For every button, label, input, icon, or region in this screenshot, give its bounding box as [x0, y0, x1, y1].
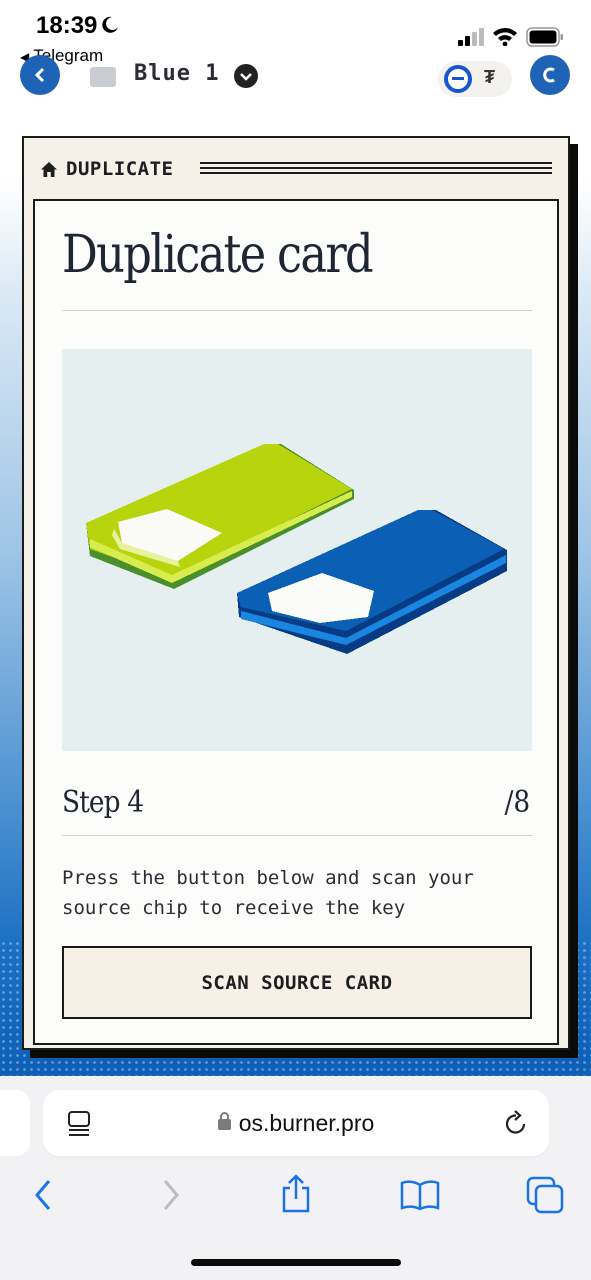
url-text: os.burner.pro	[238, 1110, 375, 1136]
bookmarks-icon[interactable]	[400, 1179, 440, 1211]
tab-overview-icon[interactable]	[526, 1176, 564, 1214]
step-description: Press the button below and scan your sou…	[62, 867, 474, 919]
battery-icon	[526, 27, 563, 47]
chevron-down-icon[interactable]	[234, 64, 258, 88]
header-back-button[interactable]	[20, 55, 60, 95]
browser-chrome: os.burner.pro	[0, 1076, 591, 1280]
cards-illustration	[62, 349, 532, 751]
step-label: Step 4	[62, 785, 144, 820]
duplicate-card-panel: DUPLICATE Duplicate card Step 4 /8 Press…	[22, 136, 570, 1050]
divider	[62, 835, 532, 836]
profile-button[interactable]	[530, 55, 570, 95]
signal-icon	[458, 28, 484, 46]
previous-tab-preview[interactable]	[0, 1090, 30, 1156]
share-icon[interactable]	[280, 1174, 312, 1214]
profile-icon	[543, 67, 555, 83]
balance-pill[interactable]: ₮	[438, 61, 512, 97]
breadcrumb-rule	[200, 162, 552, 174]
back-icon[interactable]	[32, 1178, 54, 1212]
moon-icon	[102, 16, 118, 33]
header-title[interactable]: Blue 1	[134, 61, 219, 86]
currency-icon: ₮	[484, 67, 495, 87]
token-icon	[444, 65, 472, 93]
breadcrumb[interactable]: DUPLICATE	[40, 158, 173, 180]
card-body: Duplicate card Step 4 /8 Press the butto…	[33, 199, 559, 1045]
home-icon	[41, 161, 57, 177]
wifi-icon	[493, 28, 517, 46]
breadcrumb-label: DUPLICATE	[66, 158, 174, 180]
scan-source-card-button[interactable]: SCAN SOURCE CARD	[62, 946, 532, 1019]
page-title: Duplicate card	[62, 225, 374, 285]
chevron-left-icon	[34, 67, 45, 83]
forward-icon[interactable]	[160, 1178, 182, 1212]
clock: 18:39	[36, 12, 98, 39]
lock-icon	[217, 1112, 231, 1130]
address-bar[interactable]: os.burner.pro	[43, 1090, 549, 1156]
wallet-icon	[90, 67, 116, 87]
step-total: /8	[504, 785, 530, 820]
divider	[62, 310, 532, 311]
reload-icon[interactable]	[503, 1110, 529, 1138]
app-header: Blue 1 ₮	[0, 55, 591, 115]
home-indicator	[191, 1259, 401, 1266]
